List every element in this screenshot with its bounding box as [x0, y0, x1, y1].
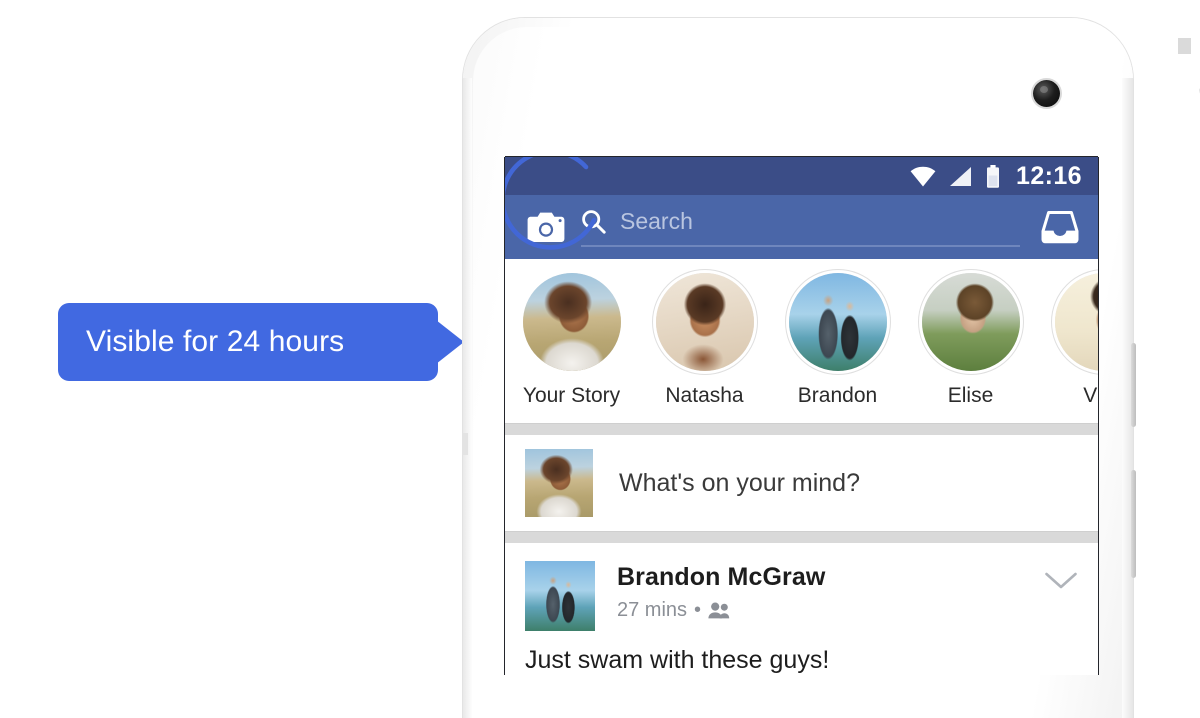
cellular-signal-icon [950, 166, 972, 186]
screenshot-stage: Visible for 24 hours 12:16 Search Your S… [0, 0, 1200, 718]
messenger-button[interactable] [1036, 209, 1084, 245]
callout-label: Visible for 24 hours [86, 325, 345, 358]
avatar-image [655, 273, 754, 371]
story-item-brandon[interactable]: Brandon [771, 273, 904, 408]
battery-icon [987, 164, 1000, 188]
story-label: Your Story [522, 384, 621, 407]
post-text: Just swam with these guys! [525, 646, 830, 674]
avatar [525, 449, 593, 517]
story-item-your-story[interactable]: Your Story [505, 157, 638, 408]
avatar-image [525, 561, 595, 631]
avatar-image [788, 273, 887, 371]
post-subline: 27 mins • [617, 599, 1044, 622]
status-composer[interactable]: What's on your mind? [505, 435, 1098, 531]
post-timestamp: 27 mins [617, 599, 688, 621]
phone-screen: 12:16 Search Your Story Natasha Brandon … [505, 157, 1098, 675]
chevron-down-icon [1045, 572, 1077, 589]
story-label: Vinc [1083, 384, 1098, 407]
search-bar[interactable]: Search [581, 208, 1020, 247]
avatar [655, 273, 754, 371]
search-icon [582, 209, 606, 234]
front-camera-icon [1033, 80, 1060, 107]
avatar-image [522, 273, 621, 371]
story-item-vince[interactable]: Vinc [1037, 273, 1098, 408]
search-input[interactable]: Search [620, 208, 693, 235]
avatar [522, 273, 621, 371]
post-menu-button[interactable] [1044, 561, 1078, 596]
power-button[interactable] [1131, 343, 1136, 427]
section-divider [505, 531, 1098, 543]
story-label: Natasha [665, 384, 744, 407]
antenna-band [1178, 38, 1191, 54]
status-bar: 12:16 [505, 157, 1098, 195]
avatar-image [1054, 273, 1098, 371]
friends-icon [708, 602, 730, 619]
post-meta: Brandon McGraw 27 mins • [617, 561, 1044, 622]
left-antenna-band [462, 433, 468, 455]
story-item-natasha[interactable]: Natasha [638, 273, 771, 408]
volume-button[interactable] [1131, 470, 1136, 578]
wifi-icon [910, 166, 936, 186]
story-label: Brandon [797, 384, 878, 407]
avatar-image [525, 449, 593, 517]
story-label: Elise [947, 384, 994, 407]
camera-icon [527, 212, 565, 242]
status-bar-clock: 12:16 [1016, 161, 1082, 190]
messenger-inbox-icon [1041, 211, 1079, 244]
post-separator: • [694, 599, 702, 621]
phone-left-edge [463, 78, 472, 718]
avatar [788, 273, 887, 371]
avatar [1054, 273, 1098, 371]
feed-post: Brandon McGraw 27 mins • Just swam with … [505, 543, 1098, 675]
callout-tooltip: Visible for 24 hours [58, 303, 464, 381]
stories-tray[interactable]: Your Story Natasha Brandon Elise V [505, 157, 1098, 423]
callout-arrow-icon [436, 320, 464, 364]
post-header: Brandon McGraw 27 mins • [525, 561, 1078, 631]
camera-button[interactable] [523, 212, 569, 243]
post-author[interactable]: Brandon McGraw [617, 563, 1044, 592]
avatar [921, 273, 1020, 371]
composer-prompt[interactable]: What's on your mind? [619, 469, 860, 498]
section-divider [505, 423, 1098, 435]
avatar[interactable] [525, 561, 595, 631]
app-header: Search [505, 195, 1098, 259]
callout-body: Visible for 24 hours [58, 303, 438, 381]
story-item-elise[interactable]: Elise [904, 273, 1037, 408]
avatar-image [921, 273, 1020, 371]
